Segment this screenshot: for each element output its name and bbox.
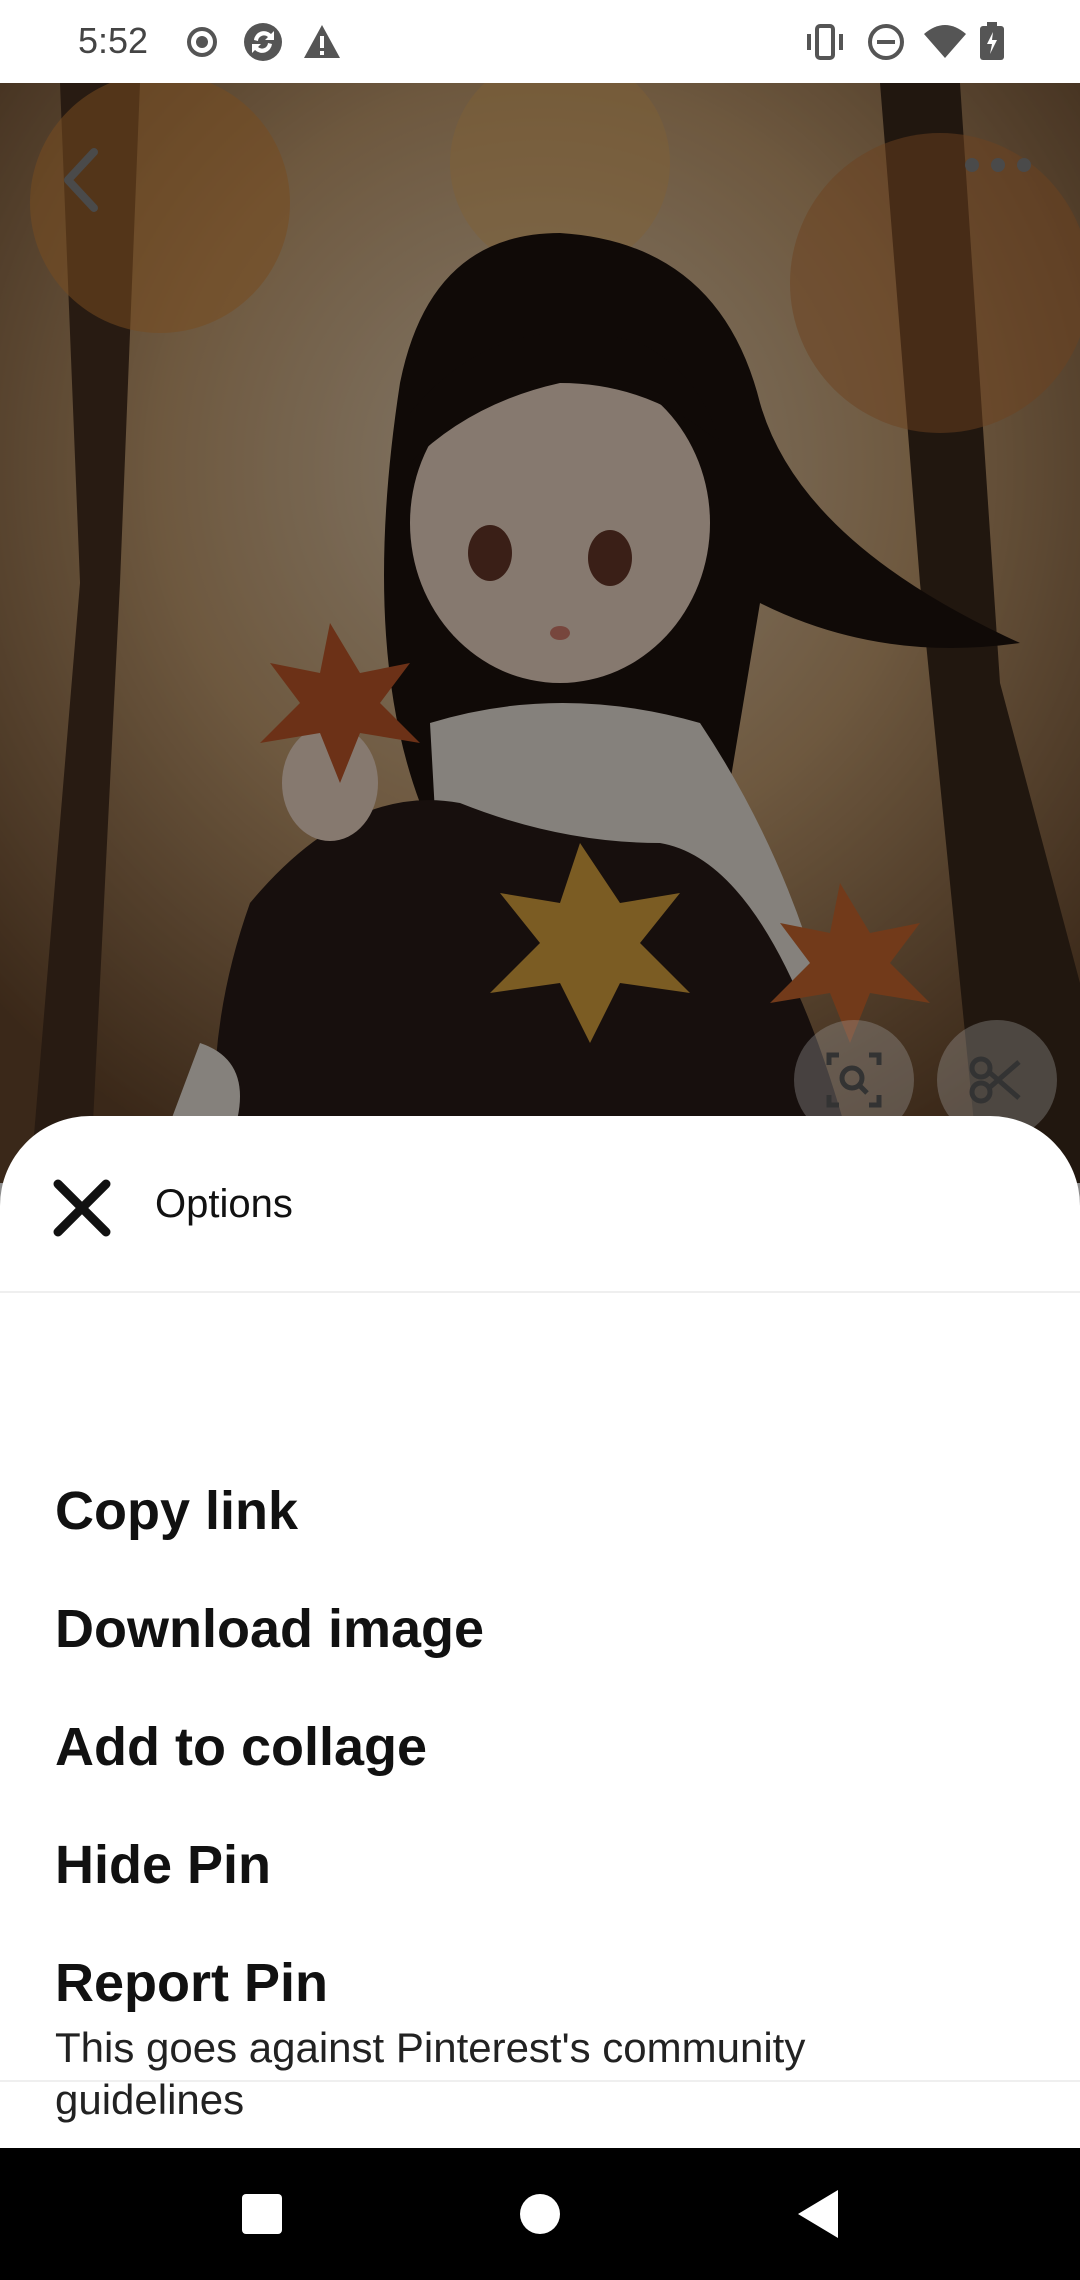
status-bar: 5:52 [0,0,1080,83]
square-icon [242,2194,282,2234]
hide-pin-item[interactable]: Hide Pin [55,1834,271,1896]
back-nav-button[interactable] [796,2188,840,2245]
add-to-collage-item[interactable]: Add to collage [55,1716,427,1778]
report-pin-item[interactable]: Report Pin [55,1952,328,2014]
copy-link-item[interactable]: Copy link [55,1480,298,1542]
recents-button[interactable] [240,2192,284,2241]
wifi-icon [922,22,968,67]
triangle-back-icon [798,2190,838,2238]
sheet-divider [0,2080,1080,2082]
navigation-bar [0,2148,1080,2280]
download-image-item[interactable]: Download image [55,1598,484,1660]
close-button[interactable] [50,1176,114,1240]
circle-icon [520,2194,560,2234]
battery-charging-icon [978,22,1006,67]
vibrate-icon [803,22,847,67]
status-time: 5:52 [78,20,149,61]
options-sheet: Options Copy link Download image Add to … [0,1116,1080,2148]
more-options-button[interactable] [960,150,1040,180]
home-button[interactable] [518,2192,562,2241]
warning-icon [302,22,342,67]
back-button[interactable] [50,140,110,220]
screen: 5:52 Options Copy link Download image Ad… [0,0,1080,2280]
do-not-disturb-icon [866,22,906,67]
sheet-title: Options [155,1182,293,1226]
more-horizontal-icon [965,158,1031,172]
report-pin-subtitle: This goes against Pinterest's community … [55,2024,806,2123]
close-icon [53,1179,111,1237]
sync-icon [240,22,286,67]
sheet-header: Options [0,1116,1080,1293]
chevron-left-icon [64,148,98,212]
record-icon [186,22,218,67]
